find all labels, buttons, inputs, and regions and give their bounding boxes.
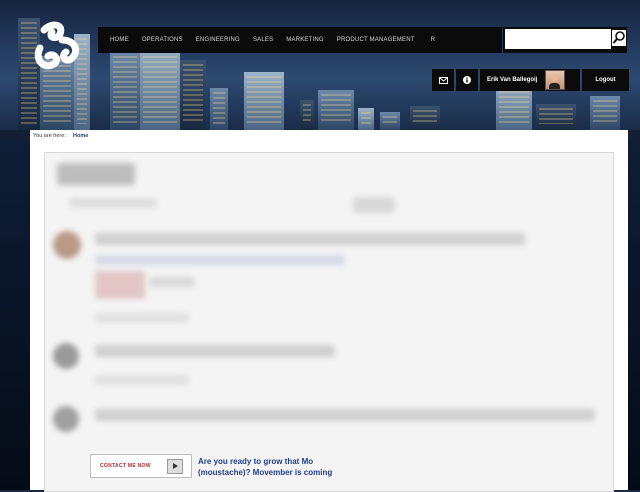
- header-banner: [0, 0, 640, 130]
- messages-button[interactable]: [432, 69, 454, 91]
- search-input[interactable]: [505, 29, 611, 49]
- search-box: [503, 27, 627, 53]
- blurred-text: [353, 197, 395, 213]
- nav-item-engineering[interactable]: ENGINEERING: [196, 37, 240, 43]
- blurred-text: [149, 277, 195, 287]
- contact-button-label: CONTACT ME NOW: [100, 463, 151, 469]
- blurred-text: [95, 409, 595, 421]
- user-profile-link[interactable]: Erik Van Ballegoij: [480, 69, 580, 91]
- notifications-button[interactable]: [456, 69, 478, 91]
- breadcrumb-label: You are here:: [33, 133, 66, 139]
- logout-button[interactable]: Logout: [582, 69, 629, 91]
- blurred-heading: [57, 163, 135, 185]
- blurred-image: [95, 271, 145, 299]
- user-name: Erik Van Ballegoij: [487, 77, 538, 83]
- blurred-text: [95, 345, 335, 357]
- contact-me-now-button[interactable]: CONTACT ME NOW: [90, 454, 192, 478]
- main-content: CONTACT ME NOW Are you ready to grow tha…: [30, 142, 628, 492]
- site-logo[interactable]: [30, 20, 86, 72]
- movember-ad-text[interactable]: Are you ready to grow that Mo (moustache…: [198, 456, 358, 478]
- blurred-text: [95, 375, 189, 385]
- background-edge-left: [0, 142, 30, 490]
- nav-item-truncated[interactable]: R: [431, 37, 435, 43]
- nav-item-sales[interactable]: SALES: [253, 37, 273, 43]
- blurred-text: [95, 233, 525, 245]
- nav-item-marketing[interactable]: MARKETING: [286, 37, 323, 43]
- main-nav: HOME OPERATIONS ENGINEERING SALES MARKET…: [98, 27, 502, 53]
- blurred-avatar: [53, 231, 81, 259]
- breadcrumb-home-link[interactable]: Home: [73, 133, 88, 139]
- nav-item-home[interactable]: HOME: [110, 37, 129, 43]
- breadcrumb: You are here: Home: [30, 130, 628, 142]
- blurred-avatar: [53, 343, 79, 369]
- user-bar: Erik Van Ballegoij Logout: [432, 69, 629, 91]
- logout-label: Logout: [595, 77, 616, 83]
- search-icon: [612, 31, 625, 44]
- nav-item-operations[interactable]: OPERATIONS: [142, 37, 183, 43]
- activity-feed-panel: CONTACT ME NOW Are you ready to grow tha…: [44, 152, 614, 492]
- blurred-avatar: [53, 406, 79, 432]
- blurred-text: [95, 313, 189, 323]
- play-arrow-icon: [167, 459, 183, 474]
- avatar: [545, 70, 566, 90]
- info-icon: [463, 76, 471, 84]
- nav-item-product-management[interactable]: PRODUCT MANAGEMENT: [337, 37, 415, 43]
- blurred-text: [69, 198, 157, 208]
- background-edge-right: [628, 142, 640, 490]
- search-button[interactable]: [612, 30, 626, 46]
- mail-icon: [438, 76, 448, 84]
- blurred-text: [95, 255, 345, 265]
